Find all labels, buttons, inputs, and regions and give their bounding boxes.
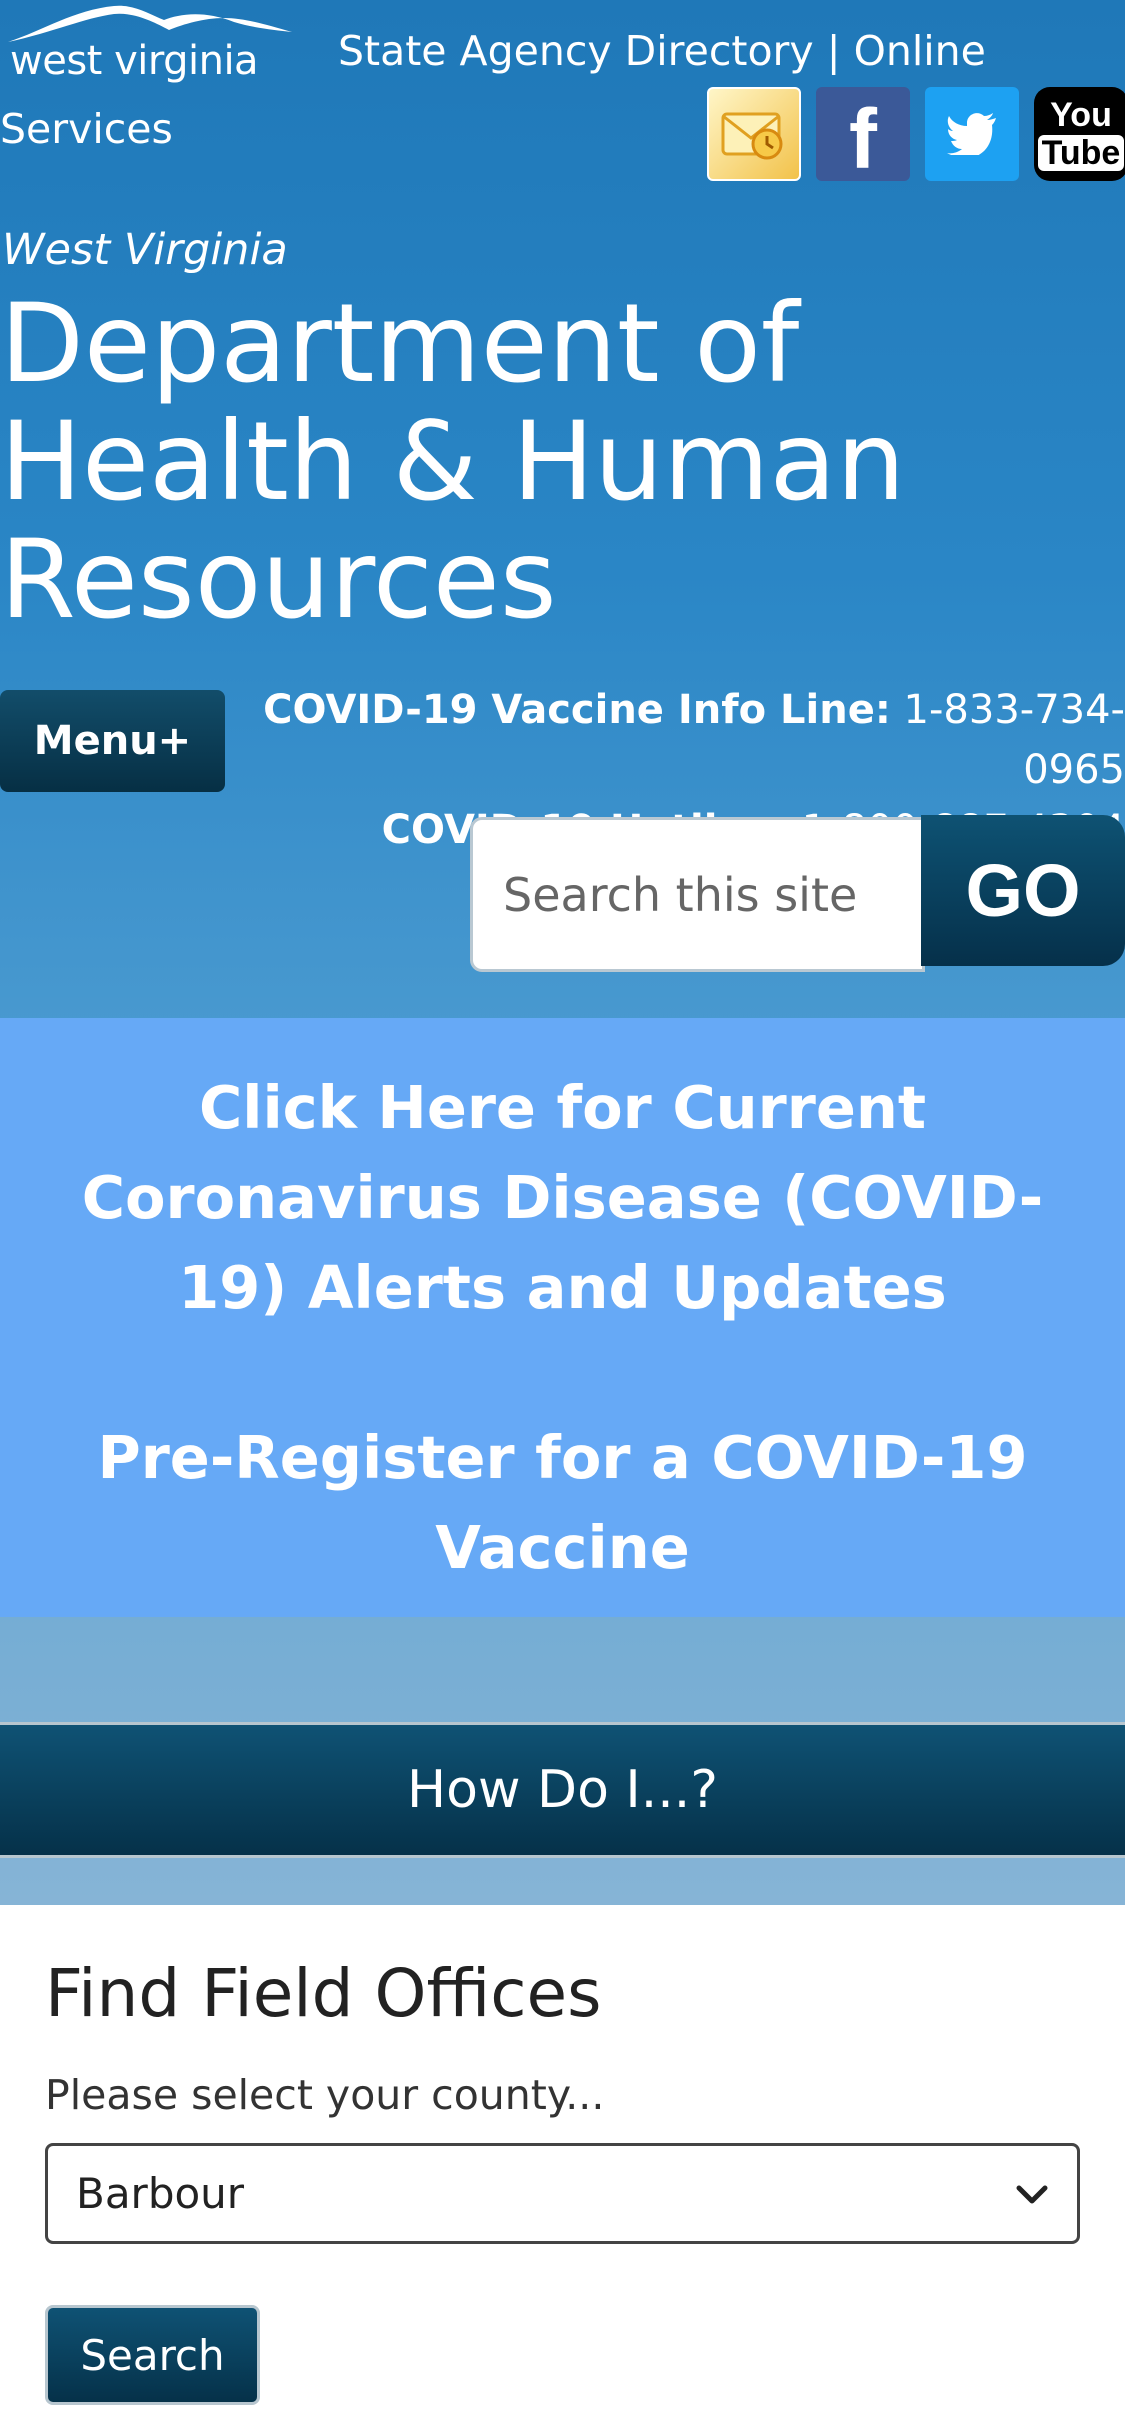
vaccine-line-label: COVID-19 Vaccine Info Line:: [263, 687, 891, 733]
vaccine-preregister-link[interactable]: Pre-Register for a COVID-19 Vaccine: [80, 1413, 1045, 1593]
chevron-down-icon: [1016, 2185, 1048, 2204]
youtube-icon[interactable]: You Tube: [1034, 87, 1125, 181]
covid-alert-box: Click Here for Current Coronavirus Disea…: [0, 1018, 1125, 1617]
department-title[interactable]: Department of Health & Human Resources: [0, 285, 1000, 639]
menu-button[interactable]: Menu+: [0, 690, 225, 792]
how-do-i-button[interactable]: How Do I...?: [0, 1722, 1125, 1858]
field-office-search-button[interactable]: Search: [45, 2305, 260, 2405]
vaccine-line-number[interactable]: 1-833-734-0965: [904, 687, 1125, 793]
county-select-value: Barbour: [76, 2169, 245, 2218]
separator: |: [826, 27, 841, 75]
search-input[interactable]: [470, 817, 925, 972]
social-links: f You Tube: [707, 87, 1125, 186]
vaccine-line: COVID-19 Vaccine Info Line: 1-833-734-09…: [225, 680, 1125, 800]
county-select[interactable]: Barbour: [45, 2143, 1080, 2244]
site-search: GO: [470, 815, 1125, 972]
go-button[interactable]: GO: [921, 815, 1125, 966]
facebook-icon[interactable]: f: [816, 87, 910, 186]
county-prompt: Please select your county...: [45, 2071, 605, 2119]
covid-alerts-link[interactable]: Click Here for Current Coronavirus Disea…: [40, 1063, 1085, 1333]
twitter-icon[interactable]: [925, 87, 1019, 181]
field-offices-title: Find Field Offices: [45, 1955, 602, 2032]
find-field-offices: Find Field Offices Please select your co…: [0, 1905, 1125, 2436]
department-state: West Virginia: [2, 225, 288, 275]
email-icon[interactable]: [707, 87, 801, 181]
state-agency-directory-link[interactable]: State Agency Directory: [338, 27, 814, 75]
top-bar: west virginia State Agency Directory | O…: [0, 0, 1125, 186]
